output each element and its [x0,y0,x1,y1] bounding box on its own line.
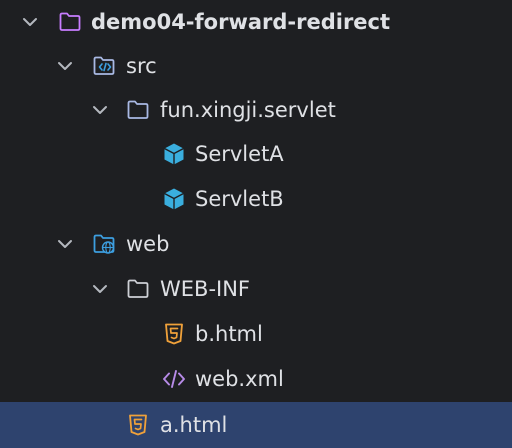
tree-item-label: ServletB [195,187,284,211]
folder-icon [127,279,149,298]
tree-item-label: demo04-forward-redirect [91,10,391,34]
tree-item-label: ServletA [195,142,284,166]
web-folder-icon [93,234,115,254]
chevron-down-icon[interactable] [90,279,110,299]
tree-item-fun-xingji-servlet[interactable]: fun.xingji.servlet [0,88,512,132]
tree-item-web-inf[interactable]: WEB-INF [0,267,512,311]
source-folder-icon [93,56,115,75]
tree-item-a-html[interactable]: a.html [0,402,512,448]
module-folder-icon [59,12,81,31]
java-class-icon [164,143,184,165]
java-class-icon [164,188,184,210]
tree-item-label: web [126,232,170,256]
tree-item-web[interactable]: web [0,222,512,266]
chevron-down-icon[interactable] [20,12,40,32]
html5-icon [165,323,183,345]
tree-item-label: fun.xingji.servlet [160,98,336,122]
package-folder-icon [127,100,149,119]
html5-icon [129,414,147,436]
xml-icon [163,370,185,388]
tree-item-label: b.html [195,322,263,346]
chevron-down-icon[interactable] [55,234,75,254]
tree-item-servletb[interactable]: ServletB [0,177,512,221]
chevron-down-icon[interactable] [55,56,75,76]
tree-item-label: a.html [160,413,228,437]
project-tree: demo04-forward-redirect src fun.xingji.s… [0,0,512,448]
tree-item-servleta[interactable]: ServletA [0,132,512,176]
tree-item-src[interactable]: src [0,44,512,88]
tree-item-b-html[interactable]: b.html [0,312,512,356]
tree-item-demo04-forward-redirect[interactable]: demo04-forward-redirect [0,0,512,44]
chevron-down-icon[interactable] [90,100,110,120]
tree-item-web-xml[interactable]: web.xml [0,357,512,401]
tree-item-label: web.xml [195,367,284,391]
tree-item-label: src [126,54,157,78]
tree-item-label: WEB-INF [160,277,250,301]
